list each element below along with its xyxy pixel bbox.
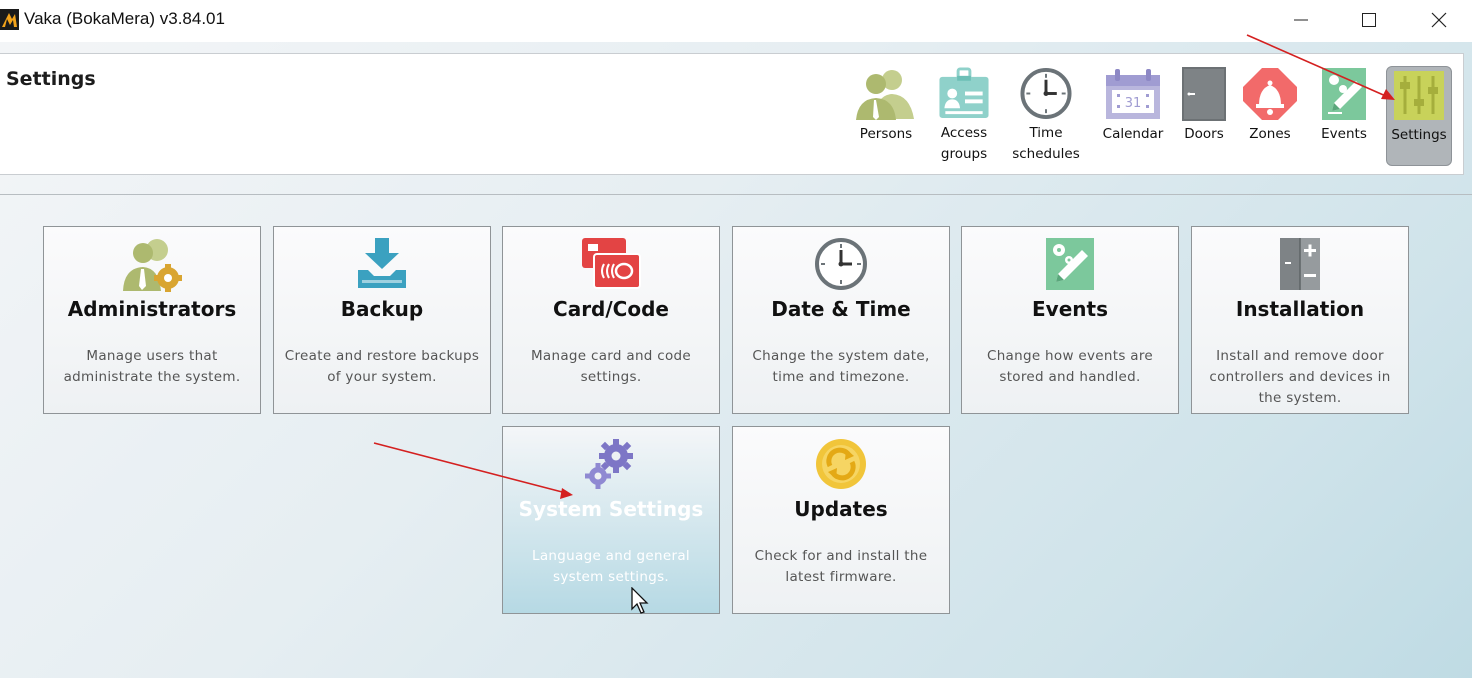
rfid-card-icon [582,238,641,289]
gears-icon [585,439,633,489]
events-gear-pencil-icon [1046,238,1094,290]
alarm-bell-icon [1243,68,1297,120]
tile-description: Create and restore backups of your syste… [284,348,480,385]
tile-title: System Settings [518,497,704,521]
maximize-icon [1362,13,1376,27]
nav-label-time-schedules: Time schedules [1012,125,1080,162]
tile-backup[interactable]: Backup Create and restore backups of you… [273,226,491,414]
nav-time-schedules[interactable]: Time schedules [1008,66,1084,165]
nav-label-doors: Doors [1184,126,1224,142]
door-icon [1182,67,1226,121]
nav-label-zones: Zones [1249,126,1291,142]
tile-title: Events [1032,297,1108,321]
tile-title: Date & Time [771,297,911,321]
page-title: Settings [6,68,96,90]
nav-label-events: Events [1321,126,1367,142]
nav-calendar[interactable]: 31 Calendar [1097,66,1169,165]
minimize-button[interactable] [1278,0,1324,40]
svg-text:31: 31 [1125,96,1142,111]
tile-title: Administrators [67,297,237,321]
tile-updates[interactable]: Updates Check for and install the latest… [732,426,950,614]
tile-system-settings[interactable]: System Settings Language and general sys… [502,426,720,614]
tile-title: Installation [1235,297,1365,321]
download-tray-icon [358,238,406,288]
events-pencil-icon [1322,68,1366,120]
nav-zones[interactable]: Zones [1240,66,1300,165]
admin-gear-icon [123,239,182,292]
tile-description: Change how events are stored and handled… [986,348,1154,385]
refresh-icon [816,439,866,489]
header-divider [0,194,1472,195]
nav-access-groups[interactable]: Access groups [932,66,996,165]
app-logo-icon [0,9,19,30]
close-button[interactable] [1416,0,1462,40]
header-panel: Settings Persons Access groups Time sche… [0,53,1464,175]
nav-settings[interactable]: Settings [1386,66,1452,166]
close-icon [1431,12,1447,28]
nav-doors[interactable]: Doors [1178,66,1230,165]
window-title: Vaka (BokaMera) v3.84.01 [24,9,225,28]
nav-label-calendar: Calendar [1102,126,1164,142]
tile-description: Install and remove door controllers and … [1209,348,1391,406]
title-bar: Vaka (BokaMera) v3.84.01 [0,0,1472,42]
tile-description: Check for and install the latest firmwar… [754,548,928,585]
nav-label-access-groups: Access groups [940,125,988,162]
tile-description: Manage users that administrate the syste… [63,348,241,385]
minimize-icon [1294,19,1308,21]
tile-installation[interactable]: Installation Install and remove door con… [1191,226,1409,414]
tile-description: Change the system date, time and timezon… [752,348,930,385]
tile-description: Language and general system settings. [532,548,690,585]
id-card-icon [939,67,989,119]
nav-label-persons: Persons [859,126,913,142]
tile-title: Updates [794,497,888,521]
calendar-icon: 31 [1106,69,1160,119]
mouse-cursor-icon [631,587,649,614]
tile-date-time[interactable]: Date & Time Change the system date, time… [732,226,950,414]
tile-title: Card/Code [553,297,669,321]
plus-minus-panel-icon [1280,238,1320,290]
clock-icon [815,238,867,290]
tile-title: Backup [340,297,424,321]
maximize-button[interactable] [1346,0,1392,40]
tile-events[interactable]: Events Change how events are stored and … [961,226,1179,414]
nav-persons[interactable]: Persons [852,66,920,165]
tile-card-code[interactable]: Card/Code Manage card and code settings. [502,226,720,414]
clock-icon [1020,67,1072,120]
tile-description: Manage card and code settings. [530,348,692,385]
sliders-icon [1394,71,1444,120]
nav-events[interactable]: Events [1313,66,1375,165]
tile-administrators[interactable]: Administrators Manage users that adminis… [43,226,261,414]
main-content: Settings Persons Access groups Time sche… [0,42,1472,678]
persons-icon [856,70,914,120]
nav-label-settings: Settings [1391,127,1447,143]
